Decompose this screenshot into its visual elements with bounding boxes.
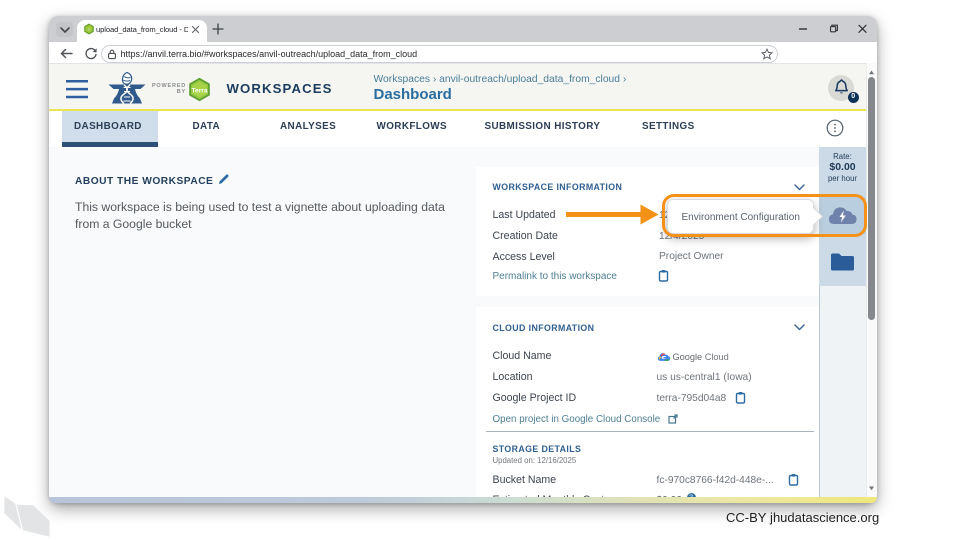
svg-text:T: T [87,28,89,32]
svg-text:Terra: Terra [191,88,207,95]
